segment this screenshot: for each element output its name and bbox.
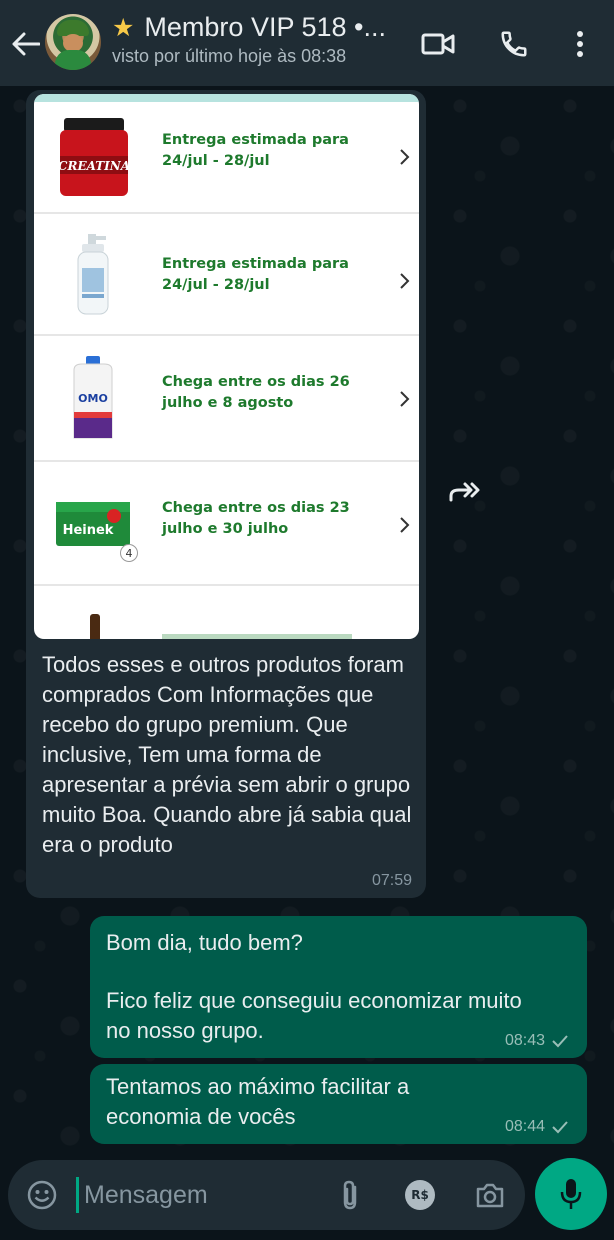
chevron-right-icon xyxy=(400,391,410,407)
omo-detergent-icon: OMO xyxy=(52,354,134,444)
cut-off-text xyxy=(162,634,352,639)
emoji-icon[interactable] xyxy=(24,1177,60,1213)
camera-icon[interactable] xyxy=(472,1177,508,1213)
product-row: OMO Chega entre os dias 26 julho e 8 ago… xyxy=(34,336,419,462)
sent-check-icon xyxy=(552,1121,568,1134)
message-time: 08:44 xyxy=(504,1118,545,1135)
forward-icon[interactable] xyxy=(444,472,484,512)
star-icon: ★ xyxy=(112,13,135,42)
message-text: Fico feliz que conseguiu economizar muit… xyxy=(106,988,522,1043)
sent-check-icon xyxy=(552,1035,568,1048)
text-cursor xyxy=(76,1177,79,1213)
delivery-text: Entrega estimada para 24/jul - 28/jul xyxy=(162,256,349,293)
product-row: Entrega estimada para 24/jul - 28/jul xyxy=(34,214,419,336)
message-composer: R$ xyxy=(8,1160,525,1230)
message-time: 07:59 xyxy=(371,872,412,889)
attach-icon[interactable] xyxy=(332,1177,368,1213)
message-meta: 08:43 xyxy=(505,1032,569,1050)
pix-payment-icon[interactable]: R$ xyxy=(402,1177,438,1213)
delivery-text: Chega entre os dias 23 julho e 30 julho xyxy=(162,500,350,537)
chat-area[interactable]: CREATINA Entrega estimada para 24/jul - … xyxy=(0,86,614,1156)
phone-call-icon[interactable] xyxy=(494,24,534,64)
contact-avatar[interactable] xyxy=(45,14,101,70)
delivery-text: Chega entre os dias 26 julho e 8 agosto xyxy=(162,374,350,411)
message-text: Bom dia, tudo bem? xyxy=(106,930,303,955)
creatina-product-icon: CREATINA xyxy=(52,112,134,202)
heineken-pack-icon: Heinek 4 xyxy=(52,478,138,568)
product-list-image[interactable]: CREATINA Entrega estimada para 24/jul - … xyxy=(34,94,419,639)
back-arrow-icon[interactable] xyxy=(8,26,44,62)
svg-text:OMO: OMO xyxy=(78,392,108,405)
chevron-right-icon xyxy=(400,273,410,289)
product-row: CREATINA Entrega estimada para 24/jul - … xyxy=(34,102,419,214)
contact-info[interactable]: ★ Membro VIP 518 •... visto por último h… xyxy=(112,12,407,67)
outgoing-message[interactable]: Bom dia, tudo bem? Fico feliz que conseg… xyxy=(90,916,587,1058)
contact-name: Membro VIP 518 •... xyxy=(144,12,386,42)
svg-text:CREATINA: CREATINA xyxy=(58,159,130,173)
mic-button[interactable] xyxy=(535,1158,607,1230)
chat-header: ★ Membro VIP 518 •... visto por último h… xyxy=(0,0,614,86)
message-text: Todos esses e outros produtos foram comp… xyxy=(42,652,412,857)
lotion-bottle-icon xyxy=(52,232,134,322)
delivery-text: Entrega estimada para 24/jul - 28/jul xyxy=(162,132,349,169)
message-input[interactable] xyxy=(84,1174,324,1216)
mic-icon xyxy=(560,1179,582,1209)
last-seen-status: visto por último hoje às 08:38 xyxy=(112,46,347,66)
quantity-badge: 4 xyxy=(120,544,138,562)
incoming-message[interactable]: CREATINA Entrega estimada para 24/jul - … xyxy=(26,90,426,898)
message-text: Tentamos ao máximo facilitar a economia … xyxy=(106,1074,410,1129)
product-row: Heinek 4 Chega entre os dias 23 julho e … xyxy=(34,462,419,586)
bottle-icon xyxy=(90,614,100,639)
chevron-right-icon xyxy=(400,517,410,533)
more-vert-icon[interactable] xyxy=(560,24,600,64)
outgoing-message[interactable]: Tentamos ao máximo facilitar a economia … xyxy=(90,1064,587,1144)
message-meta: 08:44 xyxy=(505,1118,569,1136)
message-time: 08:43 xyxy=(504,1032,545,1049)
svg-text:Heinek: Heinek xyxy=(63,523,114,538)
video-call-icon[interactable] xyxy=(418,24,458,64)
chevron-right-icon xyxy=(400,149,410,165)
